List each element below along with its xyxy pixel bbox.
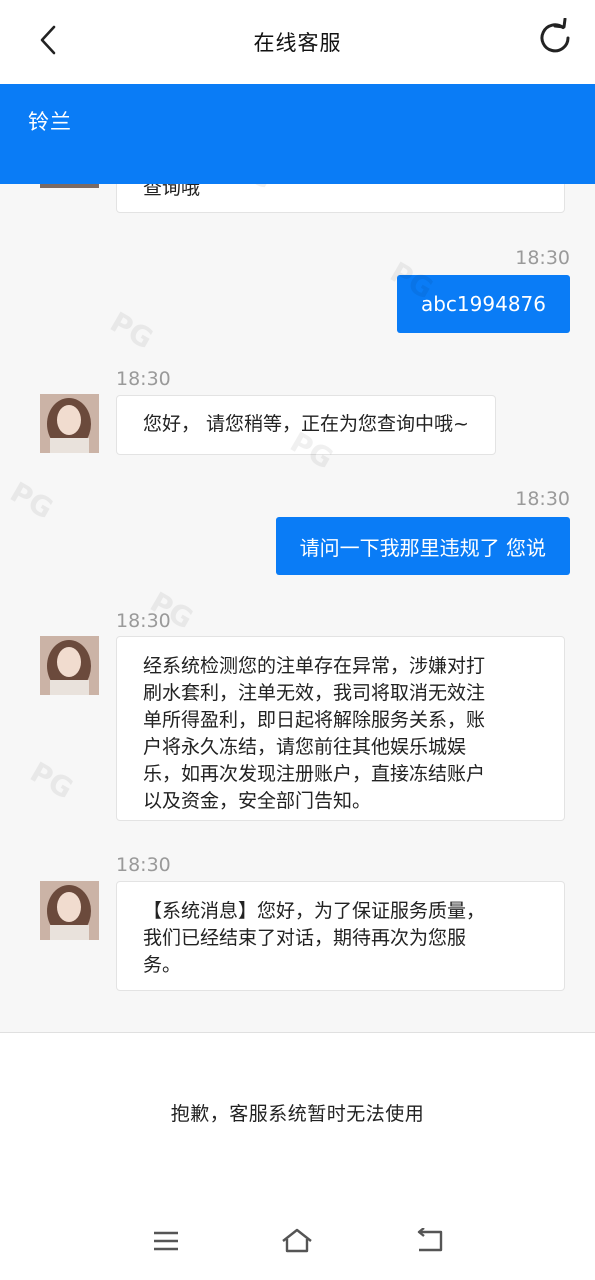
message-bubble-left: 【系统消息】您好，为了保证服务质量， 我们已经结束了对话，期待再次为您服 务。: [116, 881, 565, 991]
message-timestamp: 18:30: [116, 854, 171, 876]
message-line: 以及资金，安全部门告知。: [143, 790, 372, 812]
message-bubble-left: 您好， 请您稍等，正在为您查询中哦~: [116, 395, 496, 455]
agent-header: 铃兰: [0, 84, 595, 184]
message-bubble-left: 经系统检测您的注单存在异常，涉嫌对打 刷水套利，注单无效，我司将取消无效注 单所…: [116, 636, 565, 821]
message-timestamp: 18:30: [515, 247, 570, 269]
message-bubble-right: 请问一下我那里违规了 您说: [275, 517, 570, 575]
service-unavailable-notice: 抱歉，客服系统暂时无法使用: [170, 1103, 425, 1125]
chevron-left-icon: [40, 25, 56, 55]
home-icon: [282, 1228, 312, 1253]
message-text: 查询哦: [143, 184, 201, 199]
message-timestamp: 18:30: [116, 610, 171, 632]
message-line: 务。: [143, 954, 182, 976]
agent-avatar: [40, 184, 99, 188]
agent-avatar: [40, 636, 99, 695]
chat-message-list[interactable]: 查询哦 18:30 abc1994876 18:30 您好， 请您稍等，正在为您…: [0, 184, 595, 1032]
message-line: 单所得盈利，即日起将解除服务关系，账: [143, 709, 486, 731]
message-bubble-right: abc1994876: [396, 275, 570, 333]
agent-avatar: [40, 881, 99, 940]
refresh-icon: [540, 18, 570, 53]
refresh-button[interactable]: [533, 16, 577, 60]
bottom-panel: 抱歉，客服系统暂时无法使用: [0, 1033, 595, 1280]
watermark: PG: [4, 475, 59, 526]
agent-name: 铃兰: [28, 110, 72, 134]
system-navigation-bar: [0, 1221, 595, 1269]
message-line: 经系统检测您的注单存在异常，涉嫌对打: [143, 655, 486, 677]
back-icon: [417, 1228, 443, 1252]
menu-button[interactable]: [146, 1221, 186, 1261]
message-line: 【系统消息】您好，为了保证服务质量，: [143, 900, 486, 922]
agent-avatar: [40, 394, 99, 453]
message-bubble-left: 查询哦: [116, 184, 565, 213]
message-line: 刷水套利，注单无效，我司将取消无效注: [143, 682, 486, 704]
message-line: 户将永久冻结，请您前往其他娱乐城娱: [143, 736, 467, 758]
back-button[interactable]: [30, 22, 66, 58]
menu-icon: [154, 1231, 178, 1251]
message-timestamp: 18:30: [515, 488, 570, 510]
message-text: 请问一下我那里违规了 您说: [299, 535, 546, 560]
watermark: PG: [24, 755, 79, 806]
message-timestamp: 18:30: [116, 368, 171, 390]
top-nav-bar: 在线客服: [0, 0, 595, 84]
message-text: abc1994876: [420, 292, 546, 316]
home-button[interactable]: [277, 1221, 317, 1261]
message-line: 乐，如再次发现注册账户，直接冻结账户: [143, 763, 486, 785]
page-title: 在线客服: [253, 31, 342, 55]
message-line: 我们已经结束了对话，期待再次为您服: [143, 927, 467, 949]
message-text: 您好， 请您稍等，正在为您查询中哦~: [143, 413, 469, 435]
watermark: PG: [104, 305, 159, 356]
system-back-button[interactable]: [410, 1221, 450, 1261]
